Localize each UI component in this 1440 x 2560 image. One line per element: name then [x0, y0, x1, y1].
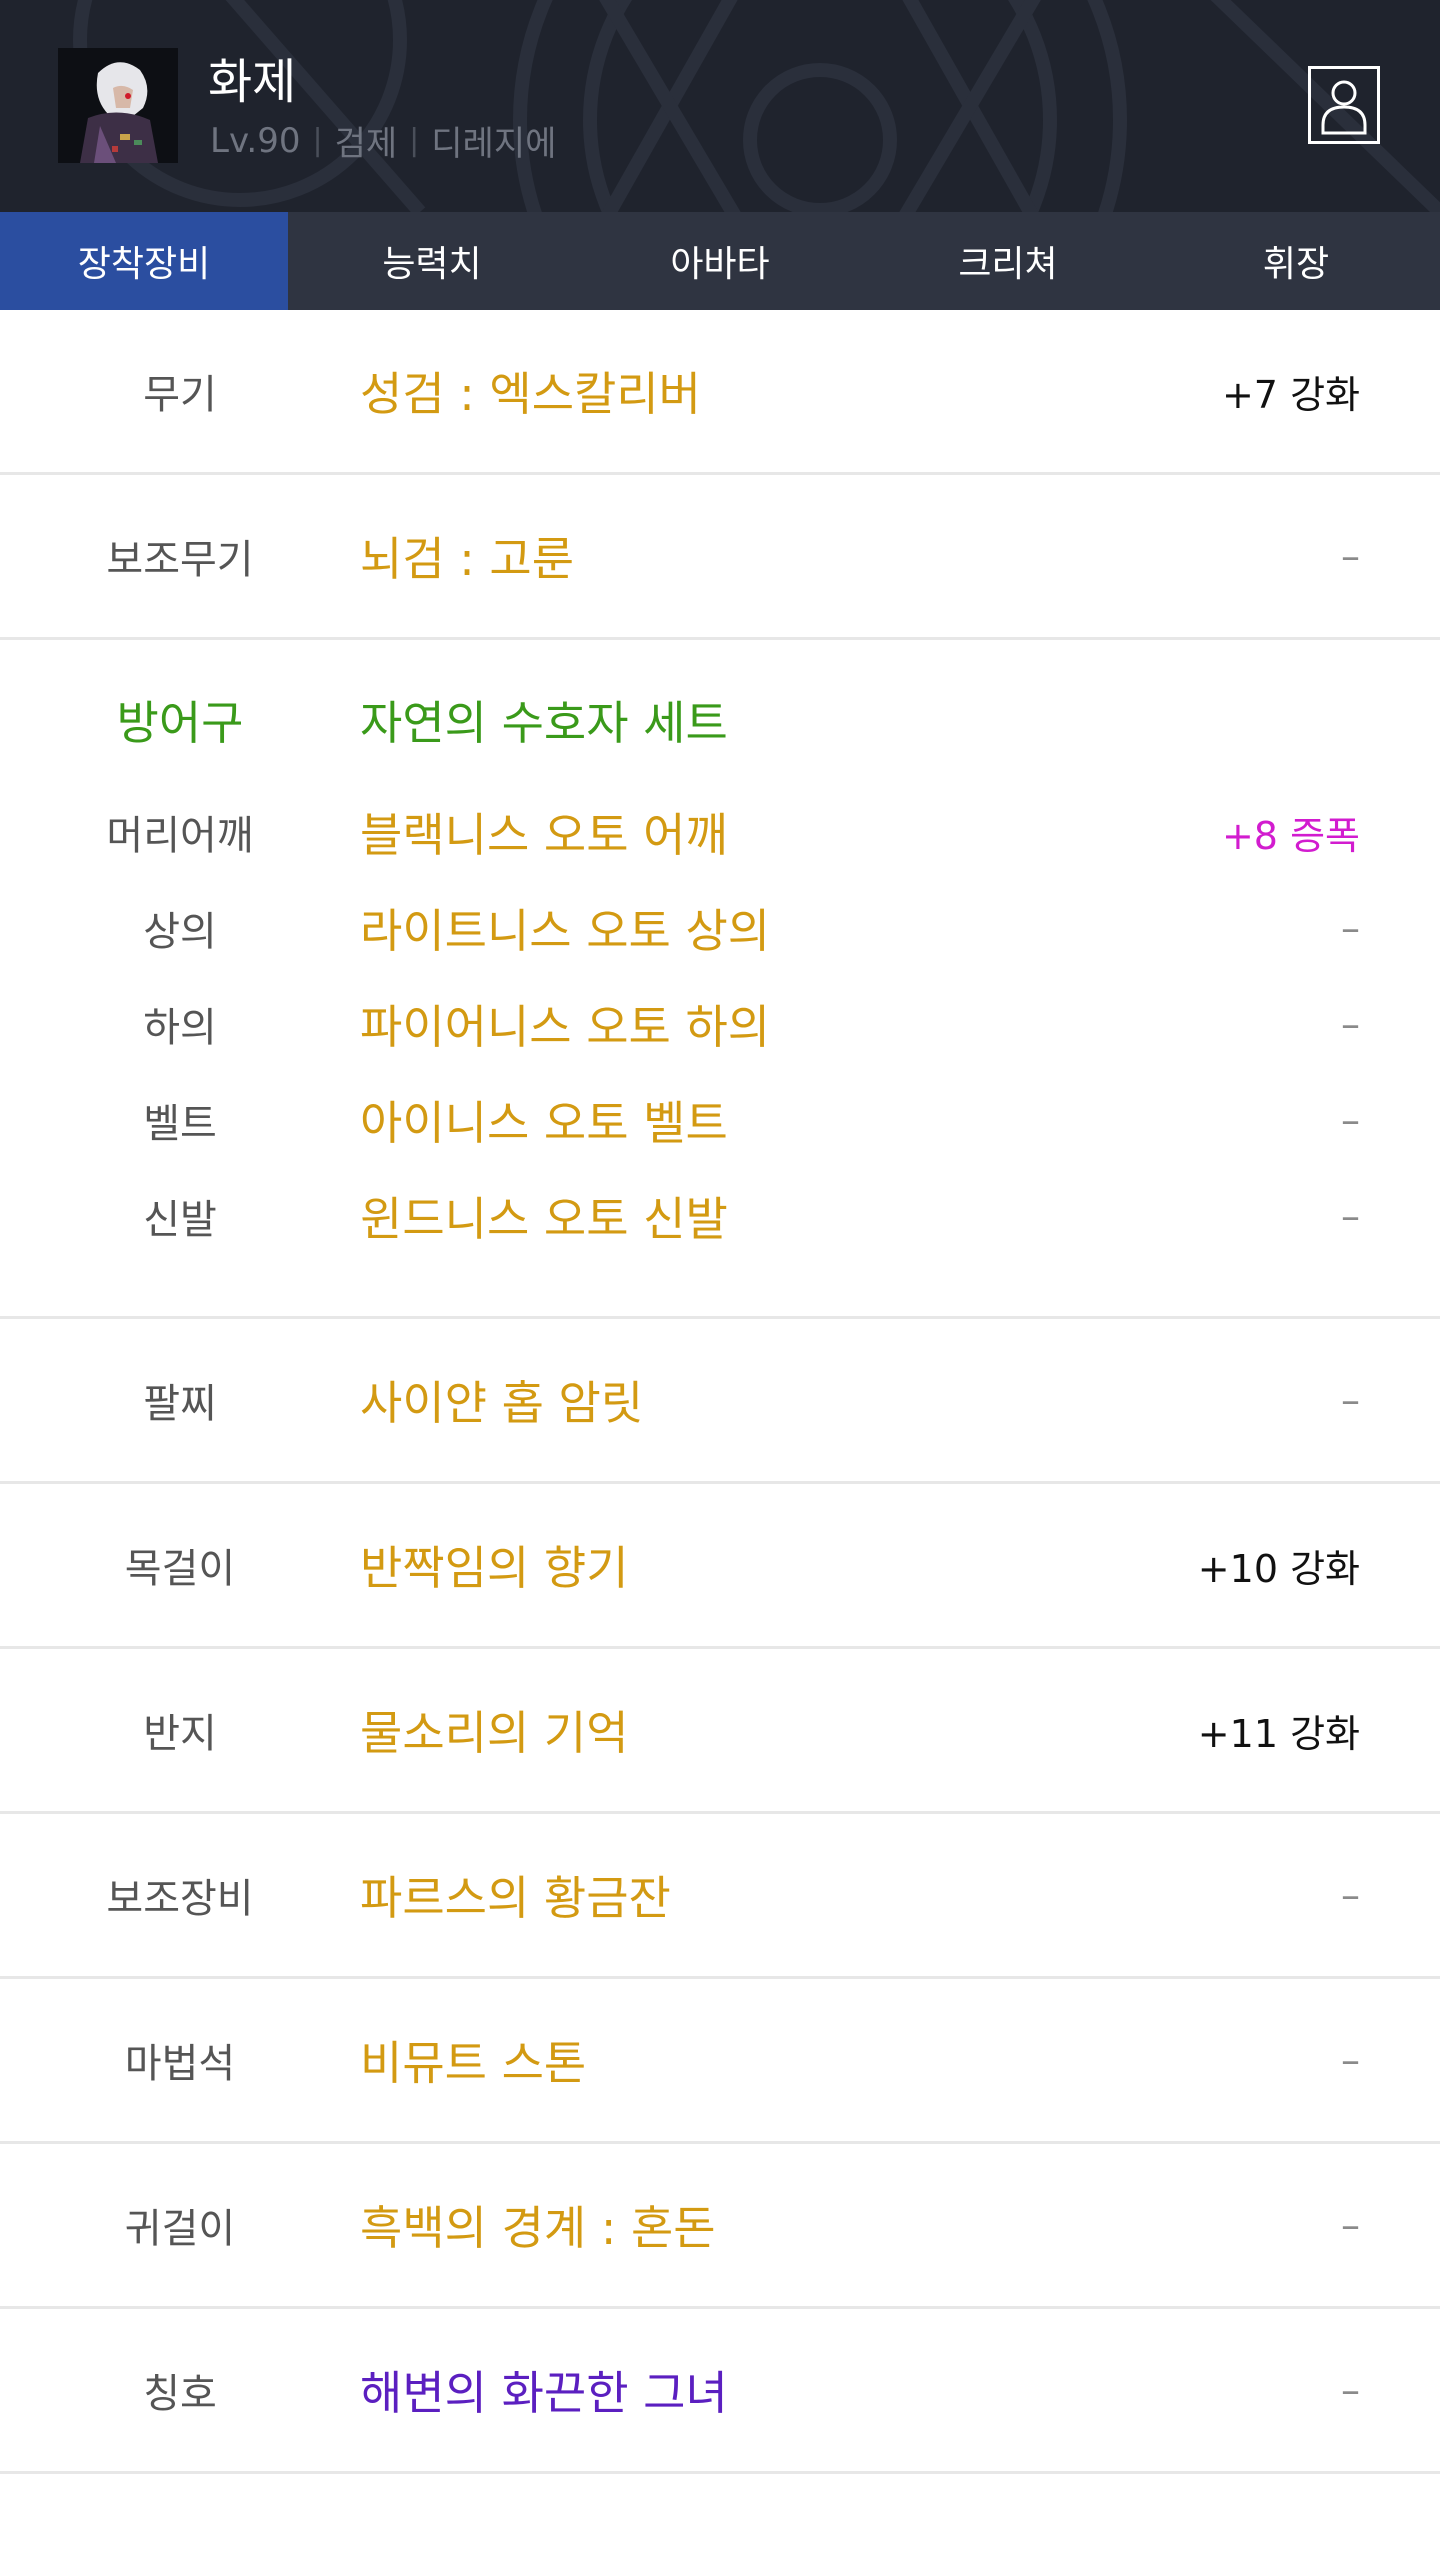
slot-label: 팔찌	[143, 1381, 217, 1427]
equip-row-weapon[interactable]: 무기 성검 : 엑스칼리버 +7 강화	[0, 310, 1440, 475]
slot-label: 벨트	[143, 1101, 217, 1147]
slot-label: 칭호	[143, 2371, 217, 2417]
profile-button[interactable]	[1308, 66, 1380, 144]
item-name[interactable]: 윈드니스 오토 신발	[360, 1183, 1440, 1249]
equipment-list: 무기 성검 : 엑스칼리버 +7 강화 보조무기 뇌검 : 고룬 – 방어구 자…	[0, 310, 1440, 2474]
slot-label: 무기	[143, 372, 217, 418]
slot-label: 신발	[143, 1197, 217, 1243]
character-job: 검제	[334, 124, 398, 164]
tab-stats[interactable]: 능력치	[288, 212, 576, 310]
equip-row-top[interactable]: 상의 라이트니스 오토 상의 –	[0, 880, 1440, 976]
character-level: Lv.90	[210, 120, 301, 161]
item-enhance: –	[1341, 1378, 1360, 1422]
item-name[interactable]: 파이어니스 오토 하의	[360, 991, 1440, 1057]
slot-label: 상의	[143, 909, 217, 955]
tab-avatar[interactable]: 아바타	[576, 212, 864, 310]
slot-label: 하의	[143, 1005, 217, 1051]
item-enhance: –	[1341, 2038, 1360, 2082]
character-info: Lv.90 | 검제 | 디레지에	[210, 116, 556, 165]
item-enhance: –	[1341, 1873, 1360, 1917]
info-separator: |	[312, 123, 323, 158]
slot-label: 머리어깨	[106, 813, 254, 859]
item-enhance: –	[1341, 2368, 1360, 2412]
item-name[interactable]: 파르스의 황금잔	[360, 1862, 1440, 1928]
slot-label: 마법석	[124, 2041, 236, 2087]
equip-row-necklace[interactable]: 목걸이 반짝임의 향기 +10 강화	[0, 1484, 1440, 1649]
item-name[interactable]: 사이얀 홉 암릿	[360, 1367, 1440, 1433]
item-enhance: +7 강화	[1221, 372, 1360, 417]
item-enhance: –	[1341, 1098, 1360, 1142]
equip-row-shoulder[interactable]: 머리어깨 블랙니스 오토 어깨 +8 증폭	[0, 784, 1440, 880]
tab-bar: 장착장비 능력치 아바타 크리쳐 휘장	[0, 212, 1440, 310]
equip-row-title[interactable]: 칭호 해변의 화끈한 그녀 –	[0, 2309, 1440, 2474]
slot-label: 보조무기	[106, 537, 254, 583]
item-name[interactable]: 라이트니스 오토 상의	[360, 895, 1440, 961]
item-name[interactable]: 흑백의 경계 : 혼돈	[360, 2192, 1440, 2258]
equip-row-bracelet[interactable]: 팔찌 사이얀 홉 암릿 –	[0, 1319, 1440, 1484]
item-amplify: +8 증폭	[1221, 813, 1360, 858]
equip-row-support[interactable]: 보조장비 파르스의 황금잔 –	[0, 1814, 1440, 1979]
equip-row-belt[interactable]: 벨트 아이니스 오토 벨트 –	[0, 1072, 1440, 1168]
tab-emblem[interactable]: 휘장	[1152, 212, 1440, 310]
person-icon	[1321, 80, 1367, 135]
item-enhance: –	[1341, 534, 1360, 578]
character-avatar	[58, 48, 178, 163]
item-enhance: –	[1341, 1194, 1360, 1238]
set-name[interactable]: 자연의 수호자 세트	[360, 687, 1440, 753]
character-server: 디레지에	[431, 124, 557, 164]
item-enhance: –	[1341, 1002, 1360, 1046]
item-enhance: –	[1341, 906, 1360, 950]
slot-label: 귀걸이	[124, 2206, 236, 2252]
item-name[interactable]: 아이니스 오토 벨트	[360, 1087, 1440, 1153]
slot-label: 반지	[143, 1711, 217, 1757]
info-separator: |	[409, 123, 420, 158]
item-name[interactable]: 비뮤트 스톤	[360, 2027, 1440, 2093]
slot-label: 방어구	[116, 696, 244, 750]
armor-set-header[interactable]: 방어구 자연의 수호자 세트	[0, 684, 1440, 756]
equip-row-ring[interactable]: 반지 물소리의 기억 +11 강화	[0, 1649, 1440, 1814]
item-enhance: +10 강화	[1197, 1546, 1360, 1591]
equip-row-magic-stone[interactable]: 마법석 비뮤트 스톤 –	[0, 1979, 1440, 2144]
tab-equipment[interactable]: 장착장비	[0, 212, 288, 310]
item-enhance: +11 강화	[1197, 1711, 1360, 1756]
slot-label: 목걸이	[124, 1546, 236, 1592]
item-enhance: –	[1341, 2203, 1360, 2247]
equip-row-bottom[interactable]: 하의 파이어니스 오토 하의 –	[0, 976, 1440, 1072]
equip-row-earring[interactable]: 귀걸이 흑백의 경계 : 혼돈 –	[0, 2144, 1440, 2309]
item-name[interactable]: 뇌검 : 고룬	[360, 523, 1440, 589]
character-header: 화제 Lv.90 | 검제 | 디레지에	[0, 0, 1440, 212]
equip-row-sub-weapon[interactable]: 보조무기 뇌검 : 고룬 –	[0, 475, 1440, 640]
character-name: 화제	[208, 54, 297, 110]
armor-set-block: 방어구 자연의 수호자 세트 머리어깨 블랙니스 오토 어깨 +8 증폭 상의 …	[0, 640, 1440, 1319]
item-name[interactable]: 해변의 화끈한 그녀	[360, 2357, 1440, 2423]
tab-creature[interactable]: 크리쳐	[864, 212, 1152, 310]
equip-row-shoes[interactable]: 신발 윈드니스 오토 신발 –	[0, 1168, 1440, 1264]
slot-label: 보조장비	[106, 1876, 254, 1922]
